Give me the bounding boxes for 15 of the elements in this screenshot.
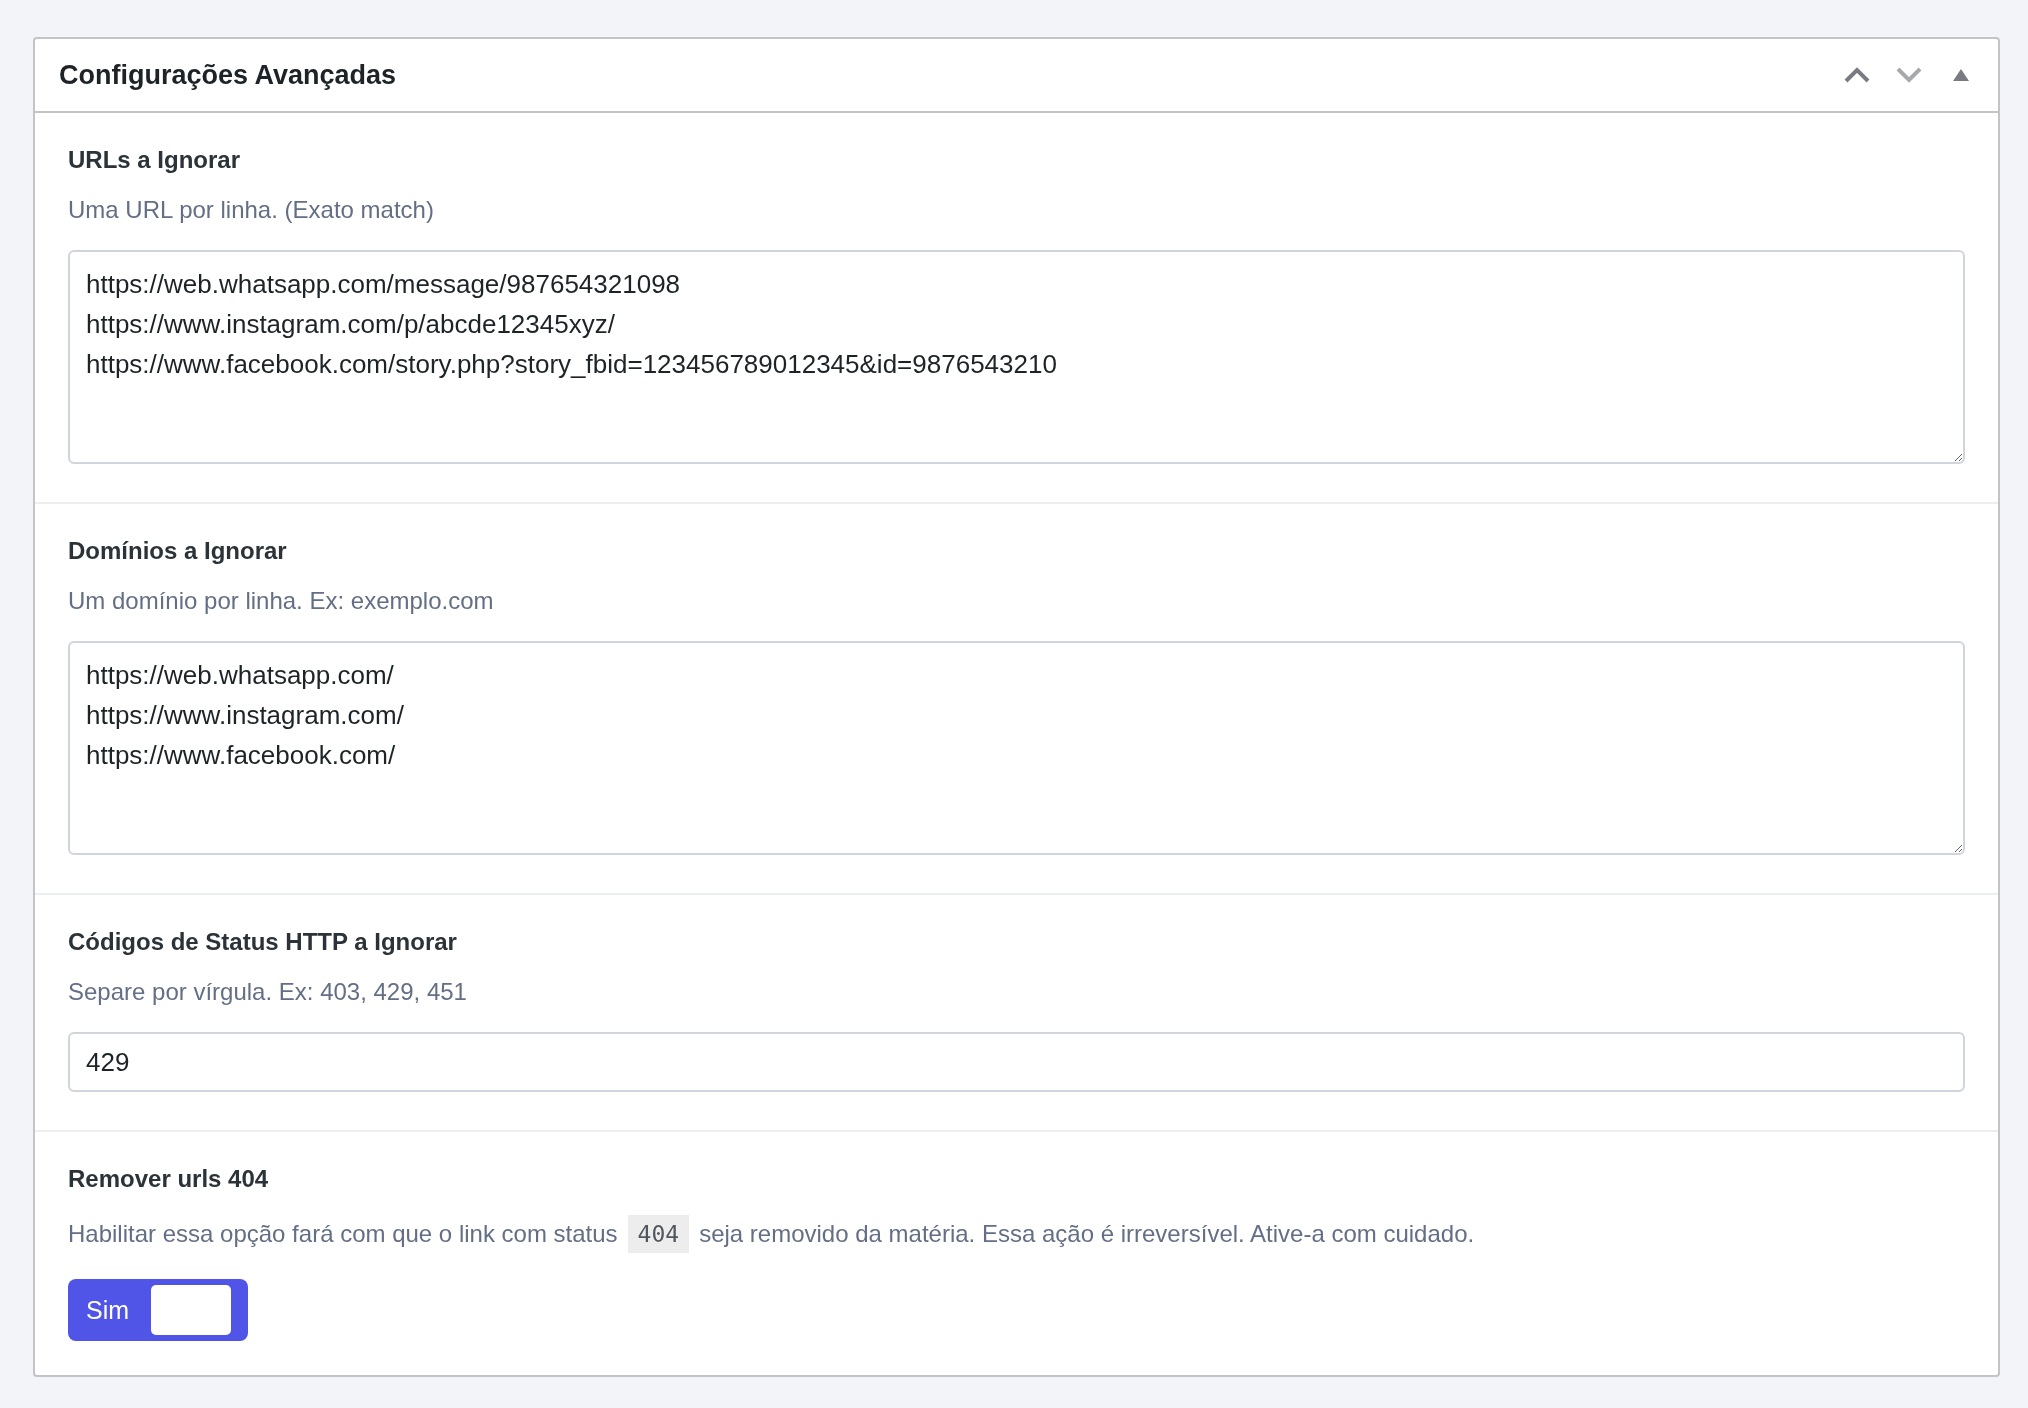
text-area[interactable]: https://web.whatsapp.com/message/987654321098 https://www.instagram.com/p/abcde12345xyz/ https://www.facebook.com/story.php?story_fbid=123456789012345&id=9876543210	[68, 250, 1965, 464]
field-description: Um domínio por linha. Ex: exemplo.com	[68, 587, 494, 615]
field-description: Habilitar essa opção fará com que o link com status	[68, 1220, 618, 1248]
text-area[interactable]: https://web.whatsapp.com/ https://www.instagram.com/ https://www.facebook.com/	[68, 641, 1965, 855]
field-label: URLs a Ignorar	[68, 146, 242, 174]
field-description: seja removido da matéria. Essa ação é irreversível. Ative-a com cuidado.	[699, 1220, 1475, 1248]
code-snippet: 404	[627, 1215, 690, 1253]
field-description: Separe por vírgula. Ex: 403, 429, 451	[68, 978, 467, 1006]
input-field[interactable]: 429	[68, 1032, 1965, 1092]
toggle-switch[interactable]: Sim	[68, 1279, 248, 1341]
field-label: Remover urls 404	[68, 1165, 270, 1193]
field-label: Códigos de Status HTTP a Ignorar	[68, 928, 458, 956]
field-label: Domínios a Ignorar	[68, 537, 288, 565]
panel-title: Configurações Avançadas	[59, 59, 398, 91]
field-description: Uma URL por linha. (Exato match)	[68, 196, 434, 224]
